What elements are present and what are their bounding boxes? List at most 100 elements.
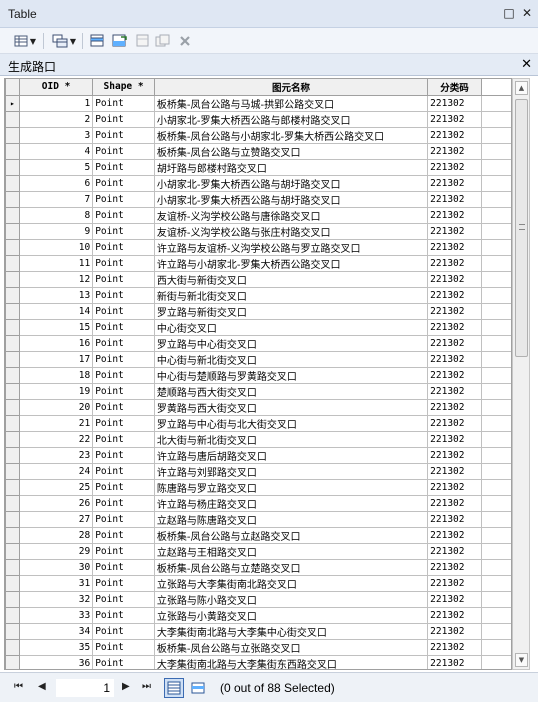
- row-selector[interactable]: [5, 174, 20, 192]
- cell-oid[interactable]: 2: [18, 110, 94, 128]
- cell-name[interactable]: 小胡家北-罗集大桥西公路与胡圩路交叉口: [153, 190, 429, 208]
- cell-name[interactable]: 板桥集-凤台公路与立张路交叉口: [153, 638, 429, 656]
- table-row[interactable]: 28 Point 板桥集-凤台公路与立赵路交叉口 221302: [5, 526, 511, 544]
- cell-oid[interactable]: 20: [18, 398, 94, 416]
- cell-shape[interactable]: Point: [92, 254, 155, 272]
- cell-oid[interactable]: 9: [18, 222, 94, 240]
- row-selector[interactable]: [5, 206, 20, 224]
- cell-code[interactable]: 221302: [427, 542, 482, 560]
- cell-shape[interactable]: Point: [92, 606, 155, 624]
- table-row[interactable]: 16 Point 罗立路与中心街交叉口 221302: [5, 334, 511, 352]
- cell-name[interactable]: 中心街与新北街交叉口: [153, 350, 429, 368]
- related-tables-button[interactable]: ▼: [49, 32, 79, 50]
- cell-oid[interactable]: 14: [18, 302, 94, 320]
- row-selector[interactable]: [5, 446, 20, 464]
- cell-code[interactable]: 221302: [427, 654, 482, 669]
- table-row[interactable]: 18 Point 中心街与楚顺路与罗黄路交叉口 221302: [5, 366, 511, 384]
- cell-code[interactable]: 221302: [427, 350, 482, 368]
- row-selector[interactable]: [5, 462, 20, 480]
- cell-oid[interactable]: 1: [18, 94, 94, 112]
- last-record-icon[interactable]: ⏭: [142, 681, 151, 692]
- row-selector[interactable]: [5, 126, 20, 144]
- cell-code[interactable]: 221302: [427, 558, 482, 576]
- cell-shape[interactable]: Point: [92, 414, 155, 432]
- cell-name[interactable]: 新街与新北街交叉口: [153, 286, 429, 304]
- close-icon[interactable]: ✕: [520, 6, 534, 20]
- table-row[interactable]: 8 Point 友谊桥-义沟学校公路与唐徐路交叉口 221302: [5, 206, 511, 224]
- row-selector[interactable]: [5, 366, 20, 384]
- table-options-button[interactable]: ▼: [10, 32, 40, 50]
- table-row[interactable]: 29 Point 立赵路与王相路交叉口 221302: [5, 542, 511, 560]
- table-row[interactable]: 15 Point 中心街交叉口 221302: [5, 318, 511, 336]
- cell-name[interactable]: 板桥集-凤台公路与立赵路交叉口: [153, 526, 429, 544]
- cell-shape[interactable]: Point: [92, 558, 155, 576]
- cell-oid[interactable]: 24: [18, 462, 94, 480]
- cell-oid[interactable]: 23: [18, 446, 94, 464]
- cell-code[interactable]: 221302: [427, 334, 482, 352]
- cell-oid[interactable]: 13: [18, 286, 94, 304]
- row-selector[interactable]: [5, 654, 20, 669]
- select-by-attributes-button[interactable]: [88, 32, 108, 50]
- table-row[interactable]: 30 Point 板桥集-凤台公路与立楚路交叉口 221302: [5, 558, 511, 576]
- cell-oid[interactable]: 16: [18, 334, 94, 352]
- cell-code[interactable]: 221302: [427, 286, 482, 304]
- cell-shape[interactable]: Point: [92, 574, 155, 592]
- row-selector[interactable]: [5, 238, 20, 256]
- cell-shape[interactable]: Point: [92, 622, 155, 640]
- cell-name[interactable]: 立赵路与陈唐路交叉口: [153, 510, 429, 528]
- cell-oid[interactable]: 18: [18, 366, 94, 384]
- row-selector[interactable]: [5, 414, 20, 432]
- row-selector[interactable]: [5, 478, 20, 496]
- next-record-icon[interactable]: ▶: [122, 681, 130, 692]
- row-selector[interactable]: [5, 606, 20, 624]
- tab-layer-name[interactable]: 生成路口: [8, 58, 56, 75]
- table-row[interactable]: 12 Point 西大街与新街交叉口 221302: [5, 270, 511, 288]
- table-row[interactable]: 7 Point 小胡家北-罗集大桥西公路与胡圩路交叉口 221302: [5, 190, 511, 208]
- first-record-icon[interactable]: ⏮: [14, 681, 23, 692]
- column-header-oid[interactable]: OID *: [18, 79, 94, 96]
- row-selector[interactable]: [5, 222, 20, 240]
- cell-name[interactable]: 板桥集-凤台公路与小胡家北-罗集大桥西公路交叉口: [153, 126, 429, 144]
- cell-shape[interactable]: Point: [92, 318, 155, 336]
- row-selector[interactable]: [5, 494, 20, 512]
- cell-shape[interactable]: Point: [92, 126, 155, 144]
- cell-name[interactable]: 许立路与杨庄路交叉口: [153, 494, 429, 512]
- cell-name[interactable]: 许立路与唐后胡路交叉口: [153, 446, 429, 464]
- cell-shape[interactable]: Point: [92, 158, 155, 176]
- switch-selection-button[interactable]: [110, 32, 130, 50]
- table-row[interactable]: 5 Point 胡圩路与郎楼村路交叉口 221302: [5, 158, 511, 176]
- row-selector[interactable]: [5, 318, 20, 336]
- cell-shape[interactable]: Point: [92, 110, 155, 128]
- cell-code[interactable]: 221302: [427, 302, 482, 320]
- cell-name[interactable]: 立张路与小黄路交叉口: [153, 606, 429, 624]
- cell-shape[interactable]: Point: [92, 526, 155, 544]
- cell-shape[interactable]: Point: [92, 366, 155, 384]
- cell-code[interactable]: 221302: [427, 190, 482, 208]
- table-row[interactable]: 27 Point 立赵路与陈唐路交叉口 221302: [5, 510, 511, 528]
- cell-code[interactable]: 221302: [427, 446, 482, 464]
- table-row[interactable]: 2 Point 小胡家北-罗集大桥西公路与郎楼村路交叉口 221302: [5, 110, 511, 128]
- cell-code[interactable]: 221302: [427, 158, 482, 176]
- table-row[interactable]: 36 Point 大李集街南北路与大李集街东西路交叉口 221302: [5, 654, 511, 669]
- cell-name[interactable]: 许立路与小胡家北-罗集大桥西公路交叉口: [153, 254, 429, 272]
- cell-name[interactable]: 罗立路与中心街交叉口: [153, 334, 429, 352]
- cell-name[interactable]: 立张路与陈小路交叉口: [153, 590, 429, 608]
- cell-name[interactable]: 小胡家北-罗集大桥西公路与胡圩路交叉口: [153, 174, 429, 192]
- row-selector[interactable]: [5, 190, 20, 208]
- table-row[interactable]: 3 Point 板桥集-凤台公路与小胡家北-罗集大桥西公路交叉口 221302: [5, 126, 511, 144]
- cell-name[interactable]: 板桥集-凤台公路与马城-拱郢公路交叉口: [153, 94, 429, 112]
- cell-name[interactable]: 中心街与楚顺路与罗黄路交叉口: [153, 366, 429, 384]
- cell-shape[interactable]: Point: [92, 462, 155, 480]
- table-row[interactable]: 20 Point 罗黄路与西大街交叉口 221302: [5, 398, 511, 416]
- vertical-scrollbar[interactable]: ▲ ▼: [512, 78, 530, 670]
- cell-name[interactable]: 许立路与刘郢路交叉口: [153, 462, 429, 480]
- cell-code[interactable]: 221302: [427, 222, 482, 240]
- cell-name[interactable]: 罗黄路与西大街交叉口: [153, 398, 429, 416]
- cell-code[interactable]: 221302: [427, 478, 482, 496]
- cell-oid[interactable]: 4: [18, 142, 94, 160]
- cell-oid[interactable]: 12: [18, 270, 94, 288]
- cell-name[interactable]: 罗立路与新街交叉口: [153, 302, 429, 320]
- cell-code[interactable]: 221302: [427, 590, 482, 608]
- cell-code[interactable]: 221302: [427, 398, 482, 416]
- cell-code[interactable]: 221302: [427, 254, 482, 272]
